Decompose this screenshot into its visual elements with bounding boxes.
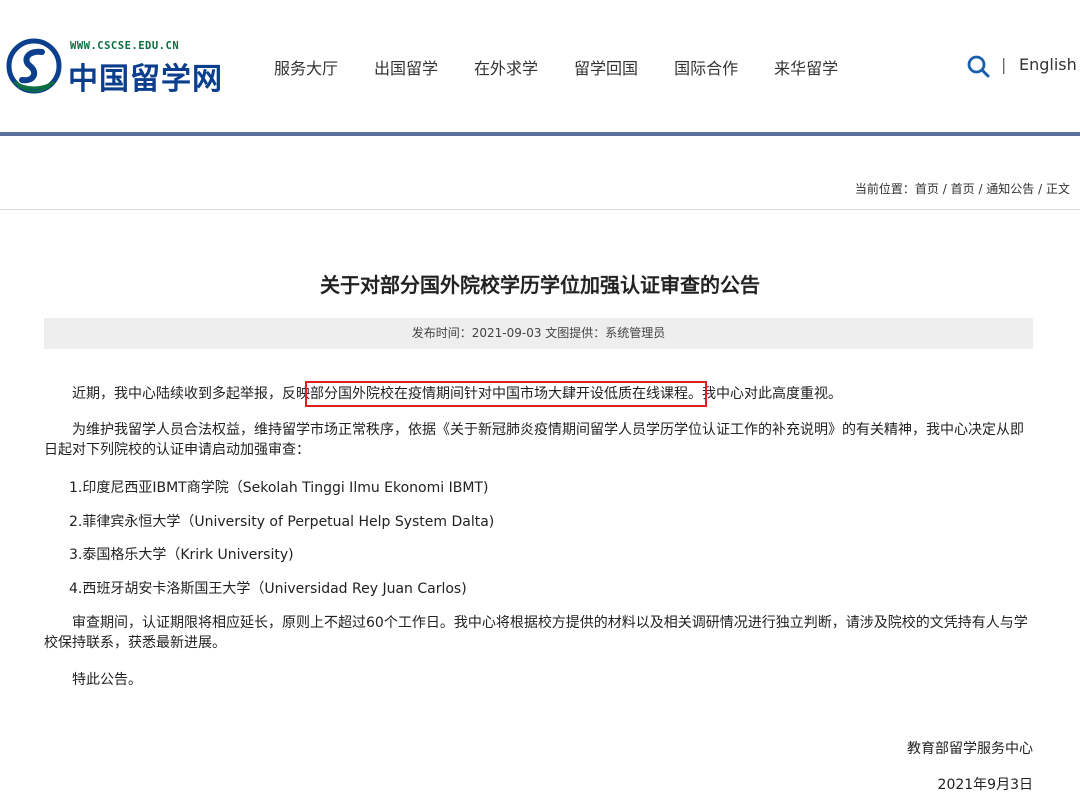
- site-header: WWW.CSCSE.EDU.CN 中国留学网 服务大厅 出国留学 在外求学 留学…: [0, 0, 1080, 132]
- nav-item-returning[interactable]: 留学回国: [574, 55, 638, 79]
- nav-item-study-abroad[interactable]: 出国留学: [374, 55, 438, 79]
- highlighted-sentence: 部分国外院校在疫情期间针对中国市场大肆开设低质在线课程。: [305, 381, 707, 407]
- logo-site-name: 中国留学网: [68, 62, 223, 97]
- nav-item-international-cooperation[interactable]: 国际合作: [674, 55, 738, 79]
- breadcrumb-item-notices[interactable]: 通知公告: [986, 182, 1034, 196]
- logo-url-text: WWW.CSCSE.EDU.CN: [70, 40, 180, 52]
- article-meta: 发布时间：2021-09-03 文图提供：系统管理员: [44, 318, 1033, 349]
- paragraph-1: 近期，我中心陆续收到多起举报，反映部分国外院校在疫情期间针对中国市场大肆开设低质…: [44, 381, 1032, 407]
- breadcrumb-divider: [0, 209, 1080, 210]
- paragraph-1-start: 近期，我中心陆续收到多起举报，反映: [72, 386, 310, 402]
- article-date: 2021年9月3日: [937, 777, 1033, 793]
- header-separator: |: [1001, 55, 1007, 74]
- paragraph-2: 为维护我留学人员合法权益，维持留学市场正常秩序，依据《关于新冠肺炎疫情期间留学人…: [44, 422, 1024, 458]
- breadcrumb-item-current: 正文: [1045, 182, 1070, 196]
- breadcrumb-item-home-2[interactable]: 首页: [951, 182, 975, 196]
- breadcrumb: 当前位置：首页 / 首页 / 通知公告 / 正文: [855, 180, 1070, 197]
- nav-item-studying-overseas[interactable]: 在外求学: [474, 55, 538, 79]
- breadcrumb-separator: /: [938, 182, 951, 196]
- breadcrumb-item-home[interactable]: 首页: [915, 182, 939, 196]
- main-nav: 服务大厅 出国留学 在外求学 留学回国 国际合作 来华留学: [274, 55, 874, 79]
- paragraph-3: 审查期间，认证期限将相应延长，原则上不超过60个工作日。我中心将根据校方提供的材…: [44, 615, 1028, 651]
- cscse-logo-icon: [6, 38, 62, 94]
- list-item: 4.西班牙胡安卡洛斯国王大学（Universidad Rey Juan Carl…: [69, 581, 467, 597]
- search-icon[interactable]: [966, 54, 990, 78]
- language-english-link[interactable]: English: [1019, 55, 1077, 74]
- breadcrumb-prefix: 当前位置：: [854, 182, 915, 196]
- list-item: 1.印度尼西亚IBMT商学院（Sekolah Tinggi Ilmu Ekono…: [69, 480, 489, 496]
- breadcrumb-separator: /: [974, 182, 987, 196]
- article-signature: 教育部留学服务中心: [907, 741, 1033, 757]
- header-rule: [0, 132, 1080, 136]
- list-item: 3.泰国格乐大学（Krirk University): [69, 547, 294, 563]
- paragraph-1-end: 我中心对此高度重视。: [702, 386, 842, 402]
- article-title: 关于对部分国外院校学历学位加强认证审查的公告: [320, 273, 760, 298]
- list-item: 2.菲律宾永恒大学（University of Perpetual Help S…: [69, 514, 495, 530]
- paragraph-4: 特此公告。: [72, 672, 142, 688]
- site-logo[interactable]: WWW.CSCSE.EDU.CN 中国留学网: [6, 36, 222, 97]
- nav-item-study-in-china[interactable]: 来华留学: [774, 55, 838, 79]
- nav-item-service-hall[interactable]: 服务大厅: [274, 55, 338, 79]
- breadcrumb-separator: /: [1034, 182, 1046, 196]
